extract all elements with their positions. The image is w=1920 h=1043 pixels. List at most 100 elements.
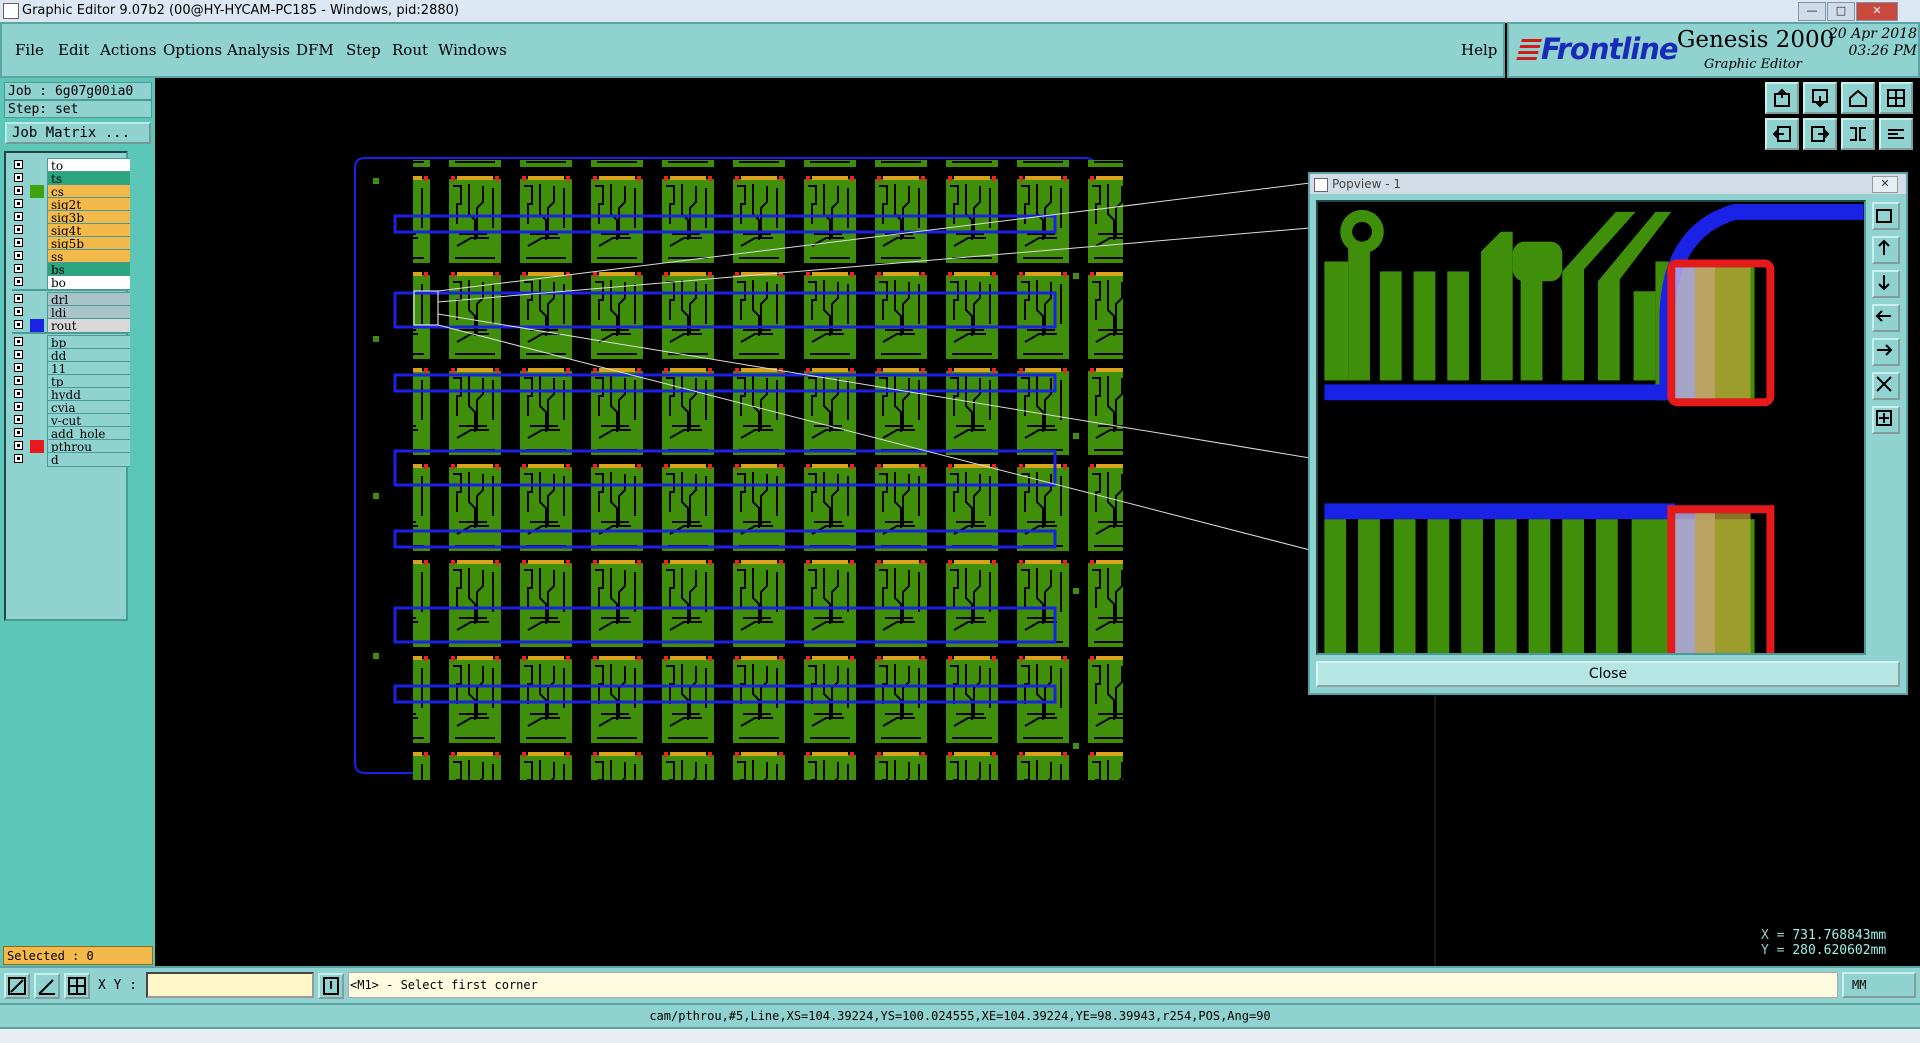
layer-checkbox[interactable] xyxy=(14,199,23,208)
layer-row-d[interactable]: d xyxy=(10,452,132,467)
layer-name[interactable]: bo xyxy=(47,275,132,290)
layer-checkbox[interactable] xyxy=(14,251,23,260)
menu-file[interactable]: File xyxy=(15,41,44,59)
layer-checkbox[interactable] xyxy=(14,350,23,359)
zoom-in-icon xyxy=(1876,376,1892,392)
popview-window[interactable]: Popview - 1 ✕ Close xyxy=(1308,172,1908,695)
layer-checkbox[interactable] xyxy=(14,212,23,221)
step-name: Step: set xyxy=(4,100,152,118)
popview-tool-3[interactable] xyxy=(1872,270,1900,298)
popview-close-icon[interactable]: ✕ xyxy=(1872,176,1898,193)
frontline-logo: Frontline xyxy=(1516,32,1679,66)
layer-checkbox[interactable] xyxy=(14,376,23,385)
layer-list: to ts cs sig2t sig3b sig4t sig5b ss bs bo drl ldi ro… xyxy=(4,151,132,621)
menu-analysis[interactable]: Analysis xyxy=(227,41,290,59)
xy-input[interactable] xyxy=(146,972,314,998)
popview-title-bar[interactable]: Popview - 1 ✕ xyxy=(1310,174,1906,194)
split-icon xyxy=(1850,127,1866,141)
layer-checkbox[interactable] xyxy=(14,173,23,182)
layer-checkbox[interactable] xyxy=(14,307,23,316)
layer-down-icon xyxy=(1812,89,1828,108)
menu-actions[interactable]: Actions xyxy=(100,41,156,59)
toolbar-button-4[interactable] xyxy=(1879,82,1913,114)
snap-corner-icon xyxy=(8,977,26,995)
message-area xyxy=(348,972,1838,998)
layer-checkbox[interactable] xyxy=(14,277,23,286)
product-name: Genesis 2000 xyxy=(1677,27,1835,53)
layer-list-scrollbar[interactable] xyxy=(130,151,152,621)
popview-tool-2[interactable] xyxy=(1872,236,1900,264)
layer-checkbox[interactable] xyxy=(14,454,23,463)
snap-button-1[interactable] xyxy=(4,973,30,999)
date-time: 20 Apr 2018 03:26 PM xyxy=(1819,26,1917,60)
home-icon xyxy=(1849,89,1867,107)
popview-tool-7[interactable] xyxy=(1872,406,1900,434)
layer-checkbox[interactable] xyxy=(14,225,23,234)
popview-canvas[interactable] xyxy=(1316,200,1866,655)
menu-windows[interactable]: Windows xyxy=(438,41,507,59)
layer-checkbox[interactable] xyxy=(14,294,23,303)
popview-close-button[interactable]: Close xyxy=(1316,661,1900,687)
arrow-right-icon xyxy=(1811,126,1830,142)
menu-options[interactable]: Options xyxy=(163,41,222,59)
toolbar-button-2[interactable] xyxy=(1803,82,1837,114)
status-bar: cam/pthrou,#5,Line,XS=104.39224,YS=100.0… xyxy=(0,1003,1920,1029)
layer-group-separator xyxy=(12,289,126,291)
message-alert-button[interactable] xyxy=(318,973,344,999)
popview-tool-6[interactable] xyxy=(1872,372,1900,400)
layer-checkbox[interactable] xyxy=(14,415,23,424)
layer-name[interactable]: d xyxy=(47,452,132,467)
layer-checkbox[interactable] xyxy=(14,160,23,169)
steps-icon xyxy=(1888,129,1904,139)
toolbar-button-8[interactable] xyxy=(1879,118,1913,150)
product-subtitle: Graphic Editor xyxy=(1704,57,1802,72)
layer-checkbox[interactable] xyxy=(14,363,23,372)
layer-color-swatch[interactable] xyxy=(30,453,44,466)
menu-step[interactable]: Step xyxy=(346,41,381,59)
layer-checkbox[interactable] xyxy=(14,428,23,437)
layer-row-rout[interactable]: rout xyxy=(10,318,132,333)
layer-checkbox[interactable] xyxy=(14,441,23,450)
toolbar-button-1[interactable] xyxy=(1765,82,1799,114)
popview-tool-5[interactable] xyxy=(1872,338,1900,366)
layer-checkbox[interactable] xyxy=(14,337,23,346)
layer-color-swatch[interactable] xyxy=(30,276,44,289)
window-title-bar[interactable]: Graphic Editor 9.07b2 (00@HY-HYCAM-PC185… xyxy=(0,0,1920,23)
snap-button-2[interactable] xyxy=(34,973,60,999)
layer-checkbox[interactable] xyxy=(14,264,23,273)
menu-rout[interactable]: Rout xyxy=(392,41,428,59)
toolbar-button-5[interactable] xyxy=(1765,118,1799,150)
snap-button-3[interactable] xyxy=(64,973,90,999)
layer-checkbox[interactable] xyxy=(14,402,23,411)
layer-color-swatch[interactable] xyxy=(30,319,44,332)
layer-row-bo[interactable]: bo xyxy=(10,275,132,290)
maximize-button[interactable]: □ xyxy=(1827,2,1855,21)
popview-tool-4[interactable] xyxy=(1872,304,1900,332)
menu-dfm[interactable]: DFM xyxy=(296,41,334,59)
layer-checkbox[interactable] xyxy=(14,389,23,398)
layer-name[interactable]: rout xyxy=(47,318,132,333)
toolbar-button-3[interactable] xyxy=(1841,82,1875,114)
logo-stripes-icon xyxy=(1516,39,1542,61)
xy-label: X Y : xyxy=(98,978,138,993)
job-name: Job : 6g07g00ia0 xyxy=(4,82,152,100)
units-selector[interactable]: MM xyxy=(1842,972,1916,998)
menu-edit[interactable]: Edit xyxy=(58,41,89,59)
popview-tool-1[interactable] xyxy=(1872,202,1900,230)
toolbar-button-6[interactable] xyxy=(1803,118,1837,150)
popview-icon xyxy=(1314,178,1328,192)
cursor-coordinates: X = 731.768843mm Y = 280.620602mm xyxy=(1755,924,1920,966)
close-window-button[interactable]: ✕ xyxy=(1856,2,1898,21)
menu-help[interactable]: Help xyxy=(1461,41,1497,59)
grid-icon xyxy=(1887,89,1905,107)
layer-group-separator xyxy=(12,332,126,334)
layer-checkbox[interactable] xyxy=(14,320,23,329)
job-matrix-button[interactable]: Job Matrix ... xyxy=(5,122,151,144)
pan-down-icon xyxy=(1878,275,1890,291)
toolbar-button-7[interactable] xyxy=(1841,118,1875,150)
layer-checkbox[interactable] xyxy=(14,238,23,247)
layer-checkbox[interactable] xyxy=(14,186,23,195)
window-title: Graphic Editor 9.07b2 (00@HY-HYCAM-PC185… xyxy=(22,3,459,18)
pan-up-icon xyxy=(1878,239,1890,255)
minimize-button[interactable]: — xyxy=(1798,2,1826,21)
